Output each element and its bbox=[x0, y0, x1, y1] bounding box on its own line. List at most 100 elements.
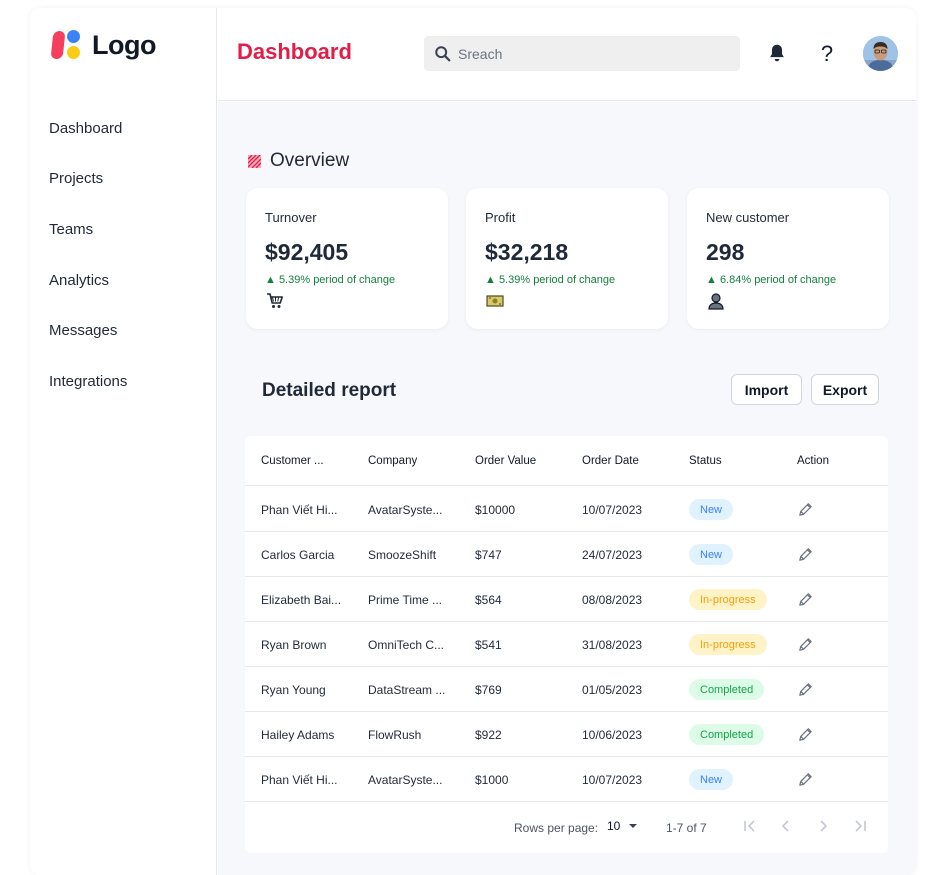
table-row[interactable]: Elizabeth Bai... Prime Time ... $564 08/08/… bbox=[245, 577, 888, 622]
rows-per-page-label: Rows per page: bbox=[514, 821, 599, 835]
sidebar-nav: Dashboard Projects Teams Analytics Messa… bbox=[49, 103, 127, 407]
chevron-down-icon bbox=[629, 824, 638, 828]
first-page-icon[interactable] bbox=[741, 817, 759, 835]
cell-order-value: $769 bbox=[475, 683, 502, 697]
edit-pencil-icon[interactable] bbox=[797, 591, 814, 608]
card-label: Profit bbox=[485, 210, 516, 225]
cell-order-date: 10/06/2023 bbox=[582, 728, 643, 742]
cell-order-value: $10000 bbox=[475, 503, 516, 517]
cell-customer: Phan Viết Hi... bbox=[261, 773, 338, 787]
edit-pencil-icon[interactable] bbox=[797, 726, 814, 743]
table-row[interactable]: Phan Viết Hi... AvatarSyste... $10000 10/07… bbox=[245, 487, 888, 532]
cell-order-value: $747 bbox=[475, 548, 502, 562]
sidebar: Logo Dashboard Projects Teams Analytics … bbox=[30, 8, 217, 875]
table-header: Customer ... Company Order Value Order D… bbox=[245, 436, 888, 486]
status-badge: Completed bbox=[689, 724, 765, 745]
previous-page-icon[interactable] bbox=[777, 817, 795, 835]
page-title: Dashboard bbox=[237, 39, 352, 64]
card-change: ▲ 6.84% period of change bbox=[706, 274, 837, 286]
column-header-action: Action bbox=[797, 455, 829, 467]
card-change: ▲ 5.39% period of change bbox=[265, 274, 396, 286]
card-change: ▲ 5.39% period of change bbox=[485, 274, 616, 286]
cell-company: FlowRush bbox=[368, 728, 422, 742]
card-turnover: Turnover $92,405 ▲ 5.39% period of chang… bbox=[246, 188, 448, 329]
person-icon bbox=[708, 293, 724, 310]
logo[interactable]: Logo bbox=[50, 29, 156, 61]
cell-order-date: 24/07/2023 bbox=[582, 548, 643, 562]
sidebar-item-teams[interactable]: Teams bbox=[49, 204, 127, 255]
cell-company: SmoozeShift bbox=[368, 548, 437, 562]
edit-pencil-icon[interactable] bbox=[797, 771, 814, 788]
cell-customer: Carlos Garcia bbox=[261, 548, 335, 562]
cell-customer: Hailey Adams bbox=[261, 728, 335, 742]
table-row[interactable]: Ryan Brown OmniTech C... $541 31/08/2023 In-… bbox=[245, 622, 888, 667]
logo-mark-icon bbox=[50, 29, 84, 61]
logo-text: Logo bbox=[92, 29, 156, 60]
overview-title: Overview bbox=[270, 150, 350, 171]
cell-customer: Ryan Young bbox=[261, 683, 326, 697]
pagination-range: 1-7 of 7 bbox=[666, 821, 707, 835]
card-new-customer: New customer 298 ▲ 6.84% period of chang… bbox=[687, 188, 889, 329]
rows-per-page-select[interactable]: 10 bbox=[607, 819, 640, 833]
card-value: 298 bbox=[706, 239, 745, 265]
cell-order-value: $922 bbox=[475, 728, 502, 742]
table-row[interactable]: Hailey Adams FlowRush $922 10/06/2023 Comple… bbox=[245, 712, 888, 757]
import-button[interactable]: Import bbox=[731, 374, 802, 405]
column-header-order-date[interactable]: Order Date bbox=[582, 455, 639, 467]
status-badge: Completed bbox=[689, 679, 765, 700]
last-page-icon[interactable] bbox=[851, 817, 869, 835]
report-title: Detailed report bbox=[262, 380, 397, 401]
card-profit: Profit $32,218 ▲ 5.39% period of change bbox=[466, 188, 668, 329]
column-header-order-value[interactable]: Order Value bbox=[475, 455, 536, 467]
column-header-status[interactable]: Status bbox=[689, 455, 722, 467]
cell-order-date: 10/07/2023 bbox=[582, 773, 643, 787]
avatar-image bbox=[863, 36, 898, 71]
status-badge: New bbox=[689, 544, 734, 565]
search-input[interactable] bbox=[458, 45, 728, 62]
status-badge: New bbox=[689, 499, 734, 520]
export-button[interactable]: Export bbox=[811, 374, 879, 405]
cell-company: AvatarSyste... bbox=[368, 773, 443, 787]
top-header: Dashboard ? bbox=[218, 8, 916, 101]
sidebar-item-analytics[interactable]: Analytics bbox=[49, 255, 127, 306]
status-badge: In-progress bbox=[689, 634, 767, 655]
cell-company: AvatarSyste... bbox=[368, 503, 443, 517]
cell-order-value: $564 bbox=[475, 593, 502, 607]
user-avatar[interactable] bbox=[863, 36, 898, 71]
table-row[interactable]: Carlos Garcia SmoozeShift $747 24/07/2023 Ne… bbox=[245, 532, 888, 577]
card-value: $92,405 bbox=[265, 239, 349, 265]
card-label: New customer bbox=[706, 210, 790, 225]
report-table: Customer ... Company Order Value Order D… bbox=[245, 436, 888, 853]
notification-bell-icon[interactable] bbox=[766, 42, 788, 64]
sidebar-item-messages[interactable]: Messages bbox=[49, 305, 127, 356]
next-page-icon[interactable] bbox=[814, 817, 832, 835]
overview-header: Overview bbox=[248, 150, 349, 172]
edit-pencil-icon[interactable] bbox=[797, 546, 814, 563]
card-value: $32,218 bbox=[485, 239, 569, 265]
edit-pencil-icon[interactable] bbox=[797, 501, 814, 518]
search-box[interactable] bbox=[424, 36, 740, 71]
cell-order-date: 08/08/2023 bbox=[582, 593, 643, 607]
cell-order-value: $541 bbox=[475, 638, 502, 652]
status-badge: In-progress bbox=[689, 589, 767, 610]
cell-order-value: $1000 bbox=[475, 773, 509, 787]
cell-order-date: 10/07/2023 bbox=[582, 503, 643, 517]
money-icon bbox=[486, 295, 504, 307]
status-badge: New bbox=[689, 769, 734, 790]
cell-customer: Ryan Brown bbox=[261, 638, 327, 652]
sidebar-item-projects[interactable]: Projects bbox=[49, 154, 127, 205]
column-header-company[interactable]: Company bbox=[368, 455, 417, 467]
help-icon[interactable]: ? bbox=[818, 41, 836, 67]
table-row[interactable]: Phan Viết Hi... AvatarSyste... $1000 10/07/… bbox=[245, 757, 888, 802]
cell-company: DataStream ... bbox=[368, 683, 446, 697]
search-icon bbox=[435, 45, 451, 61]
table-row[interactable]: Ryan Young DataStream ... $769 01/05/2023 Co… bbox=[245, 667, 888, 712]
sidebar-item-dashboard[interactable]: Dashboard bbox=[49, 103, 127, 154]
column-header-customer[interactable]: Customer ... bbox=[261, 455, 351, 467]
edit-pencil-icon[interactable] bbox=[797, 636, 814, 653]
cell-order-date: 01/05/2023 bbox=[582, 683, 643, 697]
cell-company: Prime Time ... bbox=[368, 593, 443, 607]
sidebar-item-integrations[interactable]: Integrations bbox=[49, 356, 127, 407]
edit-pencil-icon[interactable] bbox=[797, 681, 814, 698]
main-content: Overview Turnover $92,405 ▲ 5.39% period… bbox=[218, 102, 916, 875]
